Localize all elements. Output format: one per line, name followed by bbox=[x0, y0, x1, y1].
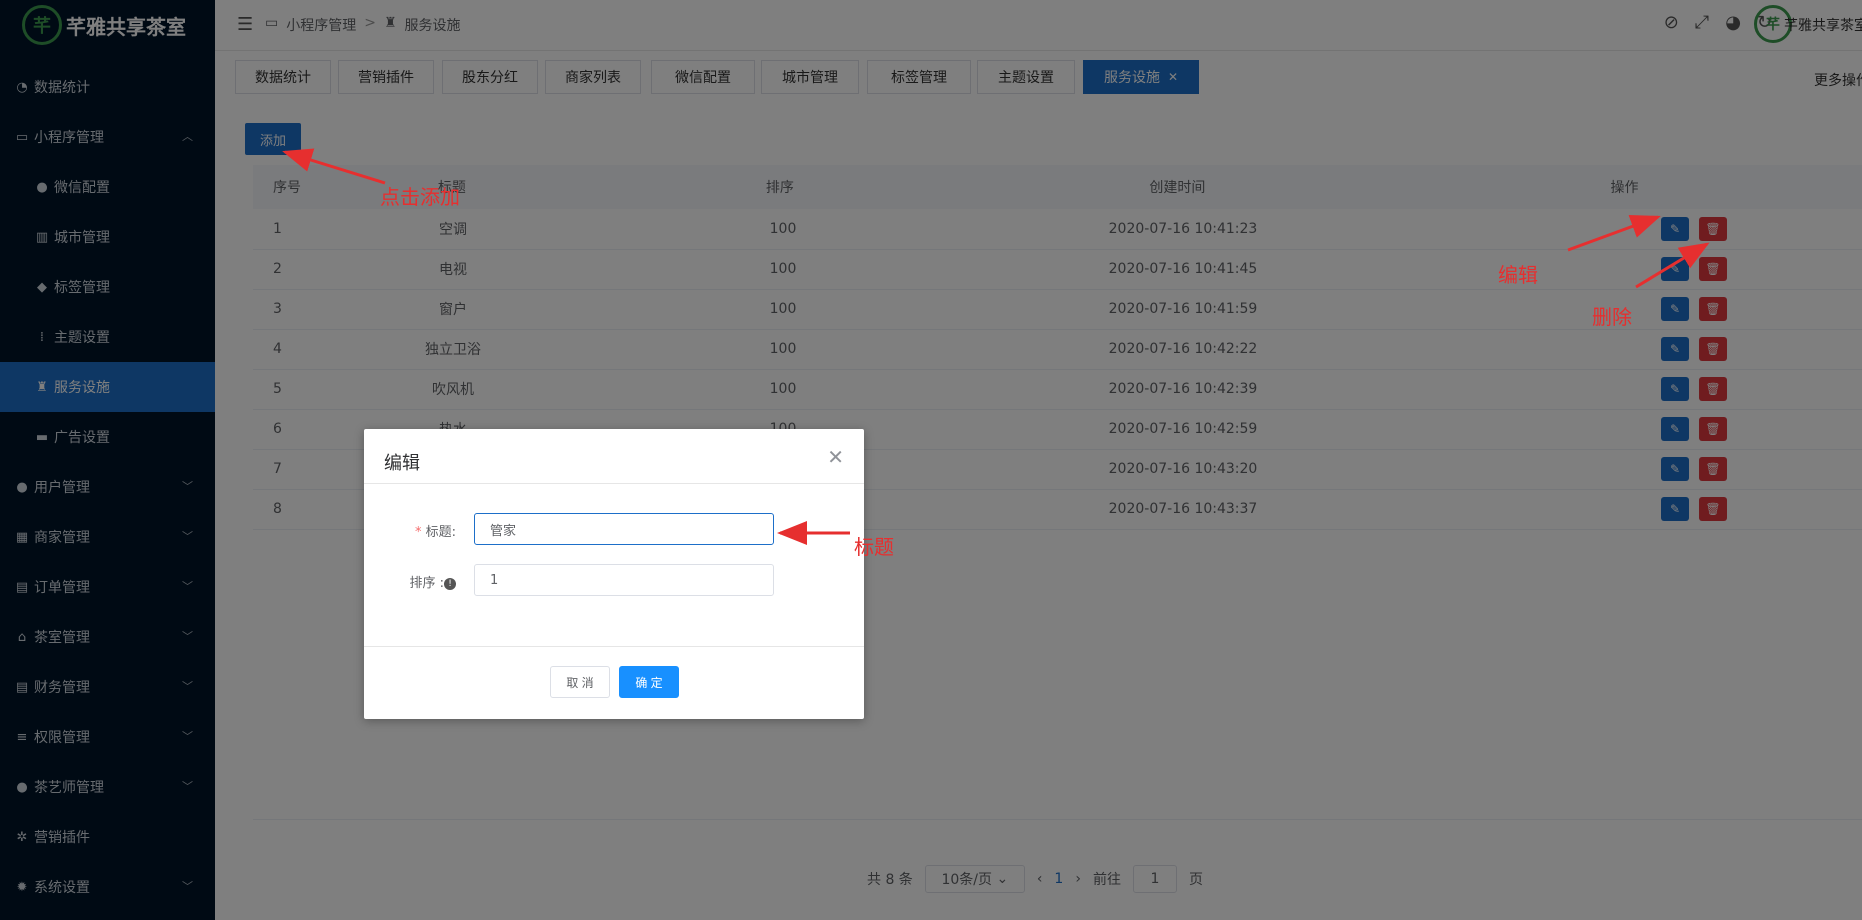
edit-dialog: 编辑 ✕ * 标题: 排序 :! 取 消 确 定 bbox=[364, 429, 864, 719]
annotation-edit: 编辑 bbox=[1498, 263, 1538, 287]
sort-field-label: 排序 :! bbox=[394, 572, 456, 591]
close-icon[interactable]: ✕ bbox=[827, 445, 844, 469]
title-input[interactable] bbox=[474, 513, 774, 545]
cancel-button[interactable]: 取 消 bbox=[550, 666, 610, 698]
title-label-text: 标题: bbox=[425, 525, 456, 540]
dialog-divider bbox=[364, 483, 864, 484]
required-mark: * bbox=[414, 525, 422, 540]
annotation-delete: 删除 bbox=[1592, 305, 1632, 329]
title-field-label: * 标题: bbox=[394, 521, 456, 540]
confirm-button[interactable]: 确 定 bbox=[619, 666, 679, 698]
sort-label-text: 排序 : bbox=[409, 576, 444, 591]
dialog-divider bbox=[364, 646, 864, 647]
sort-input[interactable] bbox=[474, 564, 774, 596]
modal-overlay[interactable] bbox=[0, 0, 1862, 920]
info-icon[interactable]: ! bbox=[444, 577, 456, 590]
dialog-title: 编辑 bbox=[384, 453, 420, 474]
annotation-add: 点击添加 bbox=[380, 185, 460, 209]
annotation-title: 标题 bbox=[854, 535, 894, 559]
